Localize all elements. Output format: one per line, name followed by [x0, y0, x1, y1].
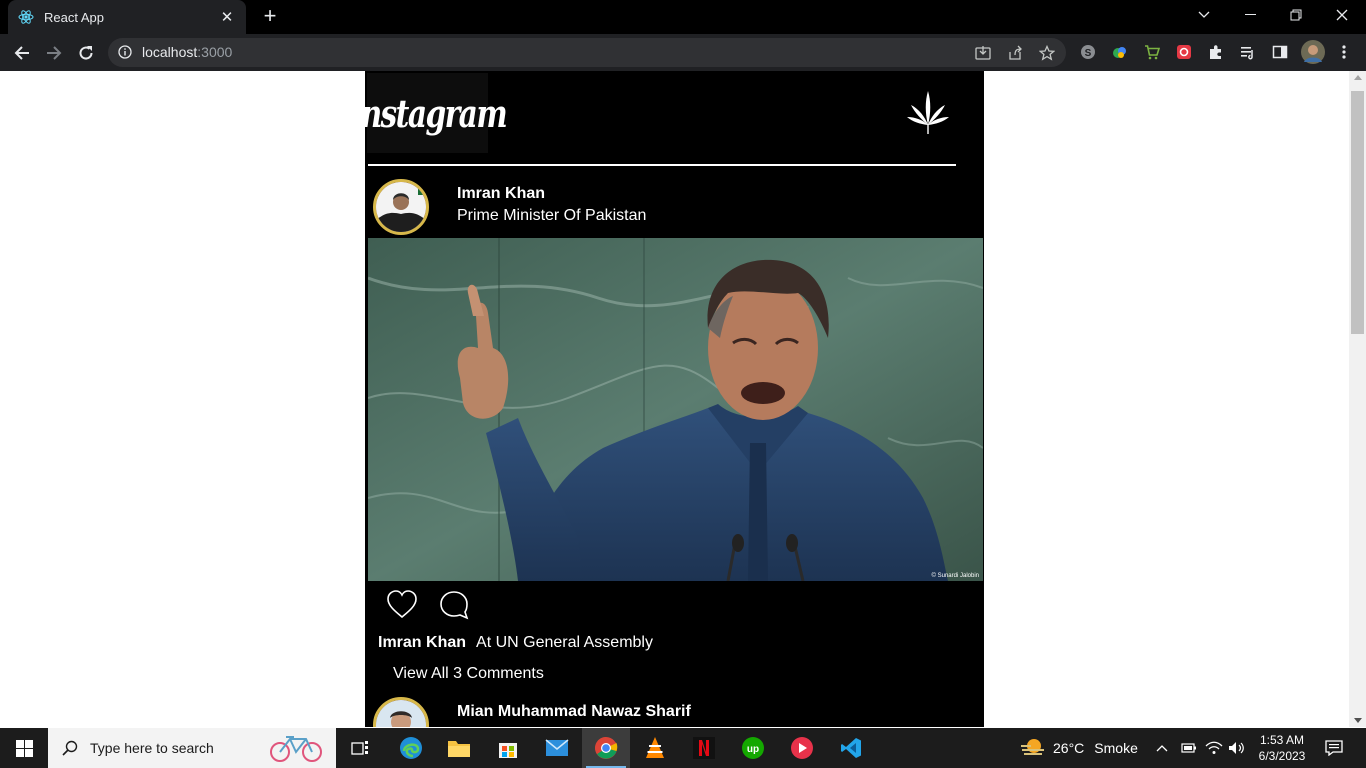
clock-date: 6/3/2023 [1258, 749, 1306, 763]
puzzle-extensions-icon[interactable] [1207, 43, 1225, 61]
post-actions [365, 589, 984, 621]
vscode-icon[interactable] [827, 728, 875, 768]
scroll-thumb[interactable] [1351, 91, 1364, 334]
side-panel-icon[interactable] [1271, 43, 1289, 61]
forward-arrow-icon[interactable] [41, 40, 67, 66]
page-viewport: Instagram Imran Khan Prime Minister Of P… [0, 71, 1349, 727]
like-heart-icon[interactable] [386, 589, 418, 621]
scroll-up-arrow-icon[interactable] [1354, 75, 1362, 80]
file-explorer-icon[interactable] [435, 728, 483, 768]
tab-title: React App [44, 9, 104, 25]
post-caption: Imran Khan At UN General Assembly [378, 634, 653, 652]
tab-close-icon[interactable]: ✕ [218, 8, 236, 26]
taskbar-clock[interactable]: 1:53 AM 6/3/2023 [1252, 732, 1312, 764]
caption-text: At UN General Assembly [476, 634, 653, 651]
url-text: localhost:3000 [142, 44, 233, 60]
browser-tab-strip: React App ✕ + [0, 0, 1366, 34]
post-header: Imran Khan Prime Minister Of Pakistan [365, 179, 984, 241]
profile-avatar[interactable] [1301, 40, 1325, 64]
browser-toolbar: localhost:3000 S [0, 34, 1366, 71]
header-divider [368, 164, 956, 166]
image-credit: © Sunardi Jalobin [931, 573, 979, 579]
minimize-button[interactable] [1227, 0, 1273, 30]
post-username[interactable]: Mian Muhammad Nawaz Sharif [457, 703, 691, 721]
share-icon[interactable] [1006, 44, 1024, 62]
taskbar-search-box[interactable]: Type here to search [48, 728, 336, 768]
reload-icon[interactable] [73, 40, 99, 66]
install-icon[interactable] [974, 44, 992, 62]
address-bar[interactable]: localhost:3000 [108, 38, 1066, 67]
vlc-icon[interactable] [631, 728, 679, 768]
microsoft-store-icon[interactable] [484, 728, 532, 768]
media-queue-icon[interactable] [1239, 43, 1257, 61]
cart-extension-icon[interactable] [1143, 43, 1161, 61]
comment-bubble-icon[interactable] [438, 589, 470, 621]
menu-dots-icon[interactable] [1335, 43, 1353, 61]
notification-center-icon[interactable] [1320, 728, 1348, 768]
avatar[interactable] [373, 697, 429, 727]
scroll-down-arrow-icon[interactable] [1354, 718, 1362, 723]
instagram-feed: Instagram Imran Khan Prime Minister Of P… [349, 71, 984, 727]
wifi-icon[interactable] [1205, 728, 1223, 768]
color-extension-icon[interactable] [1111, 43, 1129, 61]
red-extension-icon[interactable] [1175, 43, 1193, 61]
new-tab-button[interactable]: + [258, 5, 282, 29]
post-image[interactable]: © Sunardi Jalobin [368, 238, 983, 581]
post-subtitle: Prime Minister Of Pakistan [457, 207, 647, 224]
task-view-icon[interactable] [336, 728, 384, 768]
tray-chevron-up-icon[interactable] [1156, 728, 1168, 768]
svg-text:S: S [1085, 48, 1092, 59]
weather-haze-icon [1021, 739, 1044, 755]
edge-browser-icon[interactable] [387, 728, 435, 768]
post-username[interactable]: Imran Khan [457, 185, 545, 203]
bicycle-icon [270, 736, 322, 762]
view-comments-link[interactable]: View All 3 Comments [393, 665, 544, 683]
weather-temp: 26°C [1053, 740, 1085, 756]
post-header: Mian Muhammad Nawaz Sharif [365, 697, 984, 727]
browser-tab[interactable]: React App ✕ [8, 0, 246, 34]
restore-button[interactable] [1273, 0, 1319, 30]
clock-time: 1:53 AM [1259, 733, 1305, 747]
chrome-icon[interactable] [582, 728, 630, 768]
windows-start-icon[interactable] [0, 728, 48, 768]
upwork-icon[interactable]: up [729, 728, 777, 768]
tab-search-icon[interactable] [1181, 0, 1227, 30]
avatar[interactable] [373, 179, 429, 235]
leaf-icon[interactable] [905, 89, 951, 139]
svg-text:up: up [747, 744, 759, 755]
back-arrow-icon[interactable] [9, 40, 35, 66]
windows-taskbar: Type here to search up 26°C Smoke 1:53 A… [0, 728, 1366, 768]
weather-widget[interactable]: 26°C Smoke [1020, 728, 1138, 768]
search-placeholder: Type here to search [90, 740, 214, 756]
volume-icon[interactable] [1228, 728, 1246, 768]
mail-icon[interactable] [533, 728, 581, 768]
page-scrollbar[interactable] [1349, 71, 1366, 727]
react-icon [18, 9, 34, 25]
instagram-logo[interactable]: Instagram [349, 73, 508, 153]
netflix-icon[interactable] [680, 728, 728, 768]
close-window-button[interactable] [1319, 0, 1365, 30]
weather-desc: Smoke [1094, 740, 1138, 756]
bookmark-star-icon[interactable] [1038, 44, 1056, 62]
skype-extension-icon[interactable]: S [1079, 43, 1097, 61]
search-icon [62, 740, 78, 756]
media-player-icon[interactable] [778, 728, 826, 768]
caption-username[interactable]: Imran Khan [378, 634, 466, 651]
battery-icon[interactable] [1181, 728, 1197, 768]
site-info-icon[interactable] [118, 45, 132, 64]
